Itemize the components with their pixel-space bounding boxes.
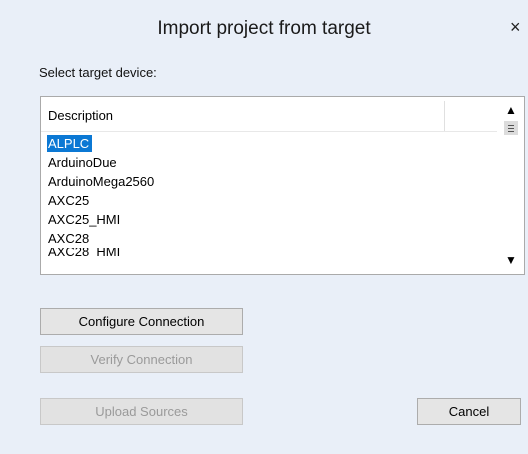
- list-item[interactable]: AXC25: [41, 191, 497, 210]
- column-divider: [444, 101, 445, 131]
- list-item[interactable]: AXC25_HMI: [41, 210, 497, 229]
- scroll-down-icon[interactable]: ▼: [504, 253, 518, 267]
- scroll-up-icon[interactable]: ▲: [504, 103, 518, 117]
- vertical-scrollbar[interactable]: ▲ ▼: [497, 97, 524, 274]
- list-item[interactable]: ALPLC: [41, 134, 497, 153]
- verify-connection-button[interactable]: Verify Connection: [40, 346, 243, 373]
- configure-connection-button[interactable]: Configure Connection: [40, 308, 243, 335]
- device-list[interactable]: Description ALPLC ArduinoDue ArduinoMega…: [40, 96, 525, 275]
- list-item[interactable]: AXC28: [41, 229, 497, 248]
- list-item[interactable]: ArduinoDue: [41, 153, 497, 172]
- device-rows: ALPLC ArduinoDue ArduinoMega2560 AXC25 A…: [41, 134, 497, 256]
- list-item[interactable]: AXC28_HMI: [41, 248, 497, 256]
- upload-sources-button[interactable]: Upload Sources: [40, 398, 243, 425]
- column-header-description[interactable]: Description: [48, 108, 113, 123]
- cancel-button[interactable]: Cancel: [417, 398, 521, 425]
- scrollbar-thumb[interactable]: [504, 121, 518, 135]
- select-target-label: Select target device:: [39, 65, 157, 80]
- list-header[interactable]: Description: [41, 97, 497, 132]
- close-icon[interactable]: ×: [510, 16, 528, 38]
- dialog-title: Import project from target: [157, 18, 371, 39]
- list-item[interactable]: ArduinoMega2560: [41, 172, 497, 191]
